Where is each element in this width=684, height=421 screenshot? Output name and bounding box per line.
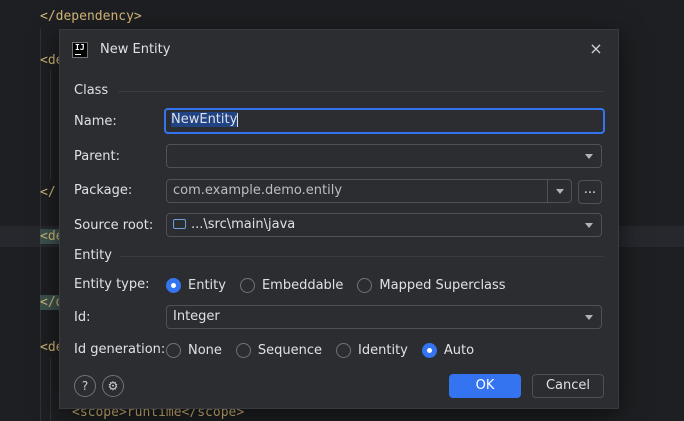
radio-label: Identity	[358, 342, 408, 358]
package-dropdown-button[interactable]	[547, 180, 571, 202]
package-browse-button[interactable]: ...	[578, 180, 602, 204]
gear-icon[interactable]: ⚙	[102, 375, 124, 397]
folder-icon	[173, 219, 186, 229]
chevron-down-icon	[585, 223, 593, 228]
close-icon[interactable]: ×	[588, 40, 604, 58]
source-root-value: ...\src\main\java	[191, 217, 296, 232]
radio-label: None	[188, 342, 222, 358]
entity-type-label: Entity type:	[74, 277, 150, 292]
section-separator	[118, 91, 604, 92]
text-caret	[237, 112, 239, 127]
name-input-value: NewEntity	[171, 112, 238, 127]
package-label: Package:	[74, 183, 133, 198]
radio-unselected-icon	[235, 342, 251, 358]
id-label: Id:	[74, 310, 91, 325]
radio-selected-icon	[421, 342, 437, 358]
radio-label: Auto	[443, 342, 475, 358]
radio-unselected-icon	[336, 342, 352, 358]
id-generation-group: None Sequence Identity Auto	[166, 341, 488, 359]
new-entity-dialog: IJ New Entity × Class Name: NewEntity Pa…	[59, 29, 619, 409]
id-generation-label: Id generation:	[74, 342, 166, 357]
radio-mapped-superclass[interactable]: Mapped Superclass	[357, 277, 506, 293]
dialog-titlebar: IJ New Entity ×	[60, 30, 618, 70]
radio-entity[interactable]: Entity	[166, 277, 226, 293]
radio-unselected-icon	[239, 277, 255, 293]
radio-identity[interactable]: Identity	[336, 342, 408, 358]
ok-button[interactable]: OK	[449, 374, 521, 398]
radio-sequence[interactable]: Sequence	[235, 342, 323, 358]
radio-label: Embeddable	[261, 277, 344, 293]
radio-auto[interactable]: Auto	[421, 342, 475, 358]
chevron-down-icon	[585, 154, 593, 159]
entity-type-group: Entity Embeddable Mapped Superclass	[166, 276, 520, 294]
help-icon[interactable]: ?	[74, 375, 96, 397]
name-input[interactable]: NewEntity	[164, 108, 605, 134]
radio-embeddable[interactable]: Embeddable	[239, 277, 344, 293]
indent-guide	[50, 70, 51, 180]
cancel-button[interactable]: Cancel	[532, 374, 604, 398]
indent-guide	[40, 28, 41, 421]
source-root-dropdown[interactable]: ...\src\main\java	[166, 213, 602, 237]
intellij-app-icon: IJ	[72, 42, 88, 58]
parent-label: Parent:	[74, 149, 120, 164]
name-label: Name:	[74, 114, 117, 129]
id-type-dropdown[interactable]: Integer	[166, 305, 602, 329]
parent-dropdown[interactable]	[166, 144, 602, 168]
section-title-entity: Entity	[74, 248, 112, 263]
dialog-title: New Entity	[100, 42, 171, 57]
indent-guide	[50, 358, 51, 421]
radio-unselected-icon	[357, 277, 373, 293]
id-type-value: Integer	[173, 309, 220, 324]
radio-unselected-icon	[166, 342, 181, 358]
package-value: com.example.demo.entily	[173, 183, 343, 198]
section-title-class: Class	[74, 83, 109, 98]
radio-label: Sequence	[257, 342, 323, 358]
chevron-down-icon	[556, 189, 564, 194]
code-line: </	[40, 185, 56, 200]
chevron-down-icon	[585, 315, 593, 320]
source-root-label: Source root:	[74, 218, 154, 233]
radio-label: Mapped Superclass	[379, 277, 506, 293]
radio-none[interactable]: None	[166, 342, 222, 358]
radio-selected-icon	[166, 277, 181, 293]
package-combobox[interactable]: com.example.demo.entily	[166, 179, 572, 203]
code-line: </dependency>	[40, 9, 142, 24]
section-separator	[120, 256, 604, 257]
radio-label: Entity	[188, 277, 226, 293]
